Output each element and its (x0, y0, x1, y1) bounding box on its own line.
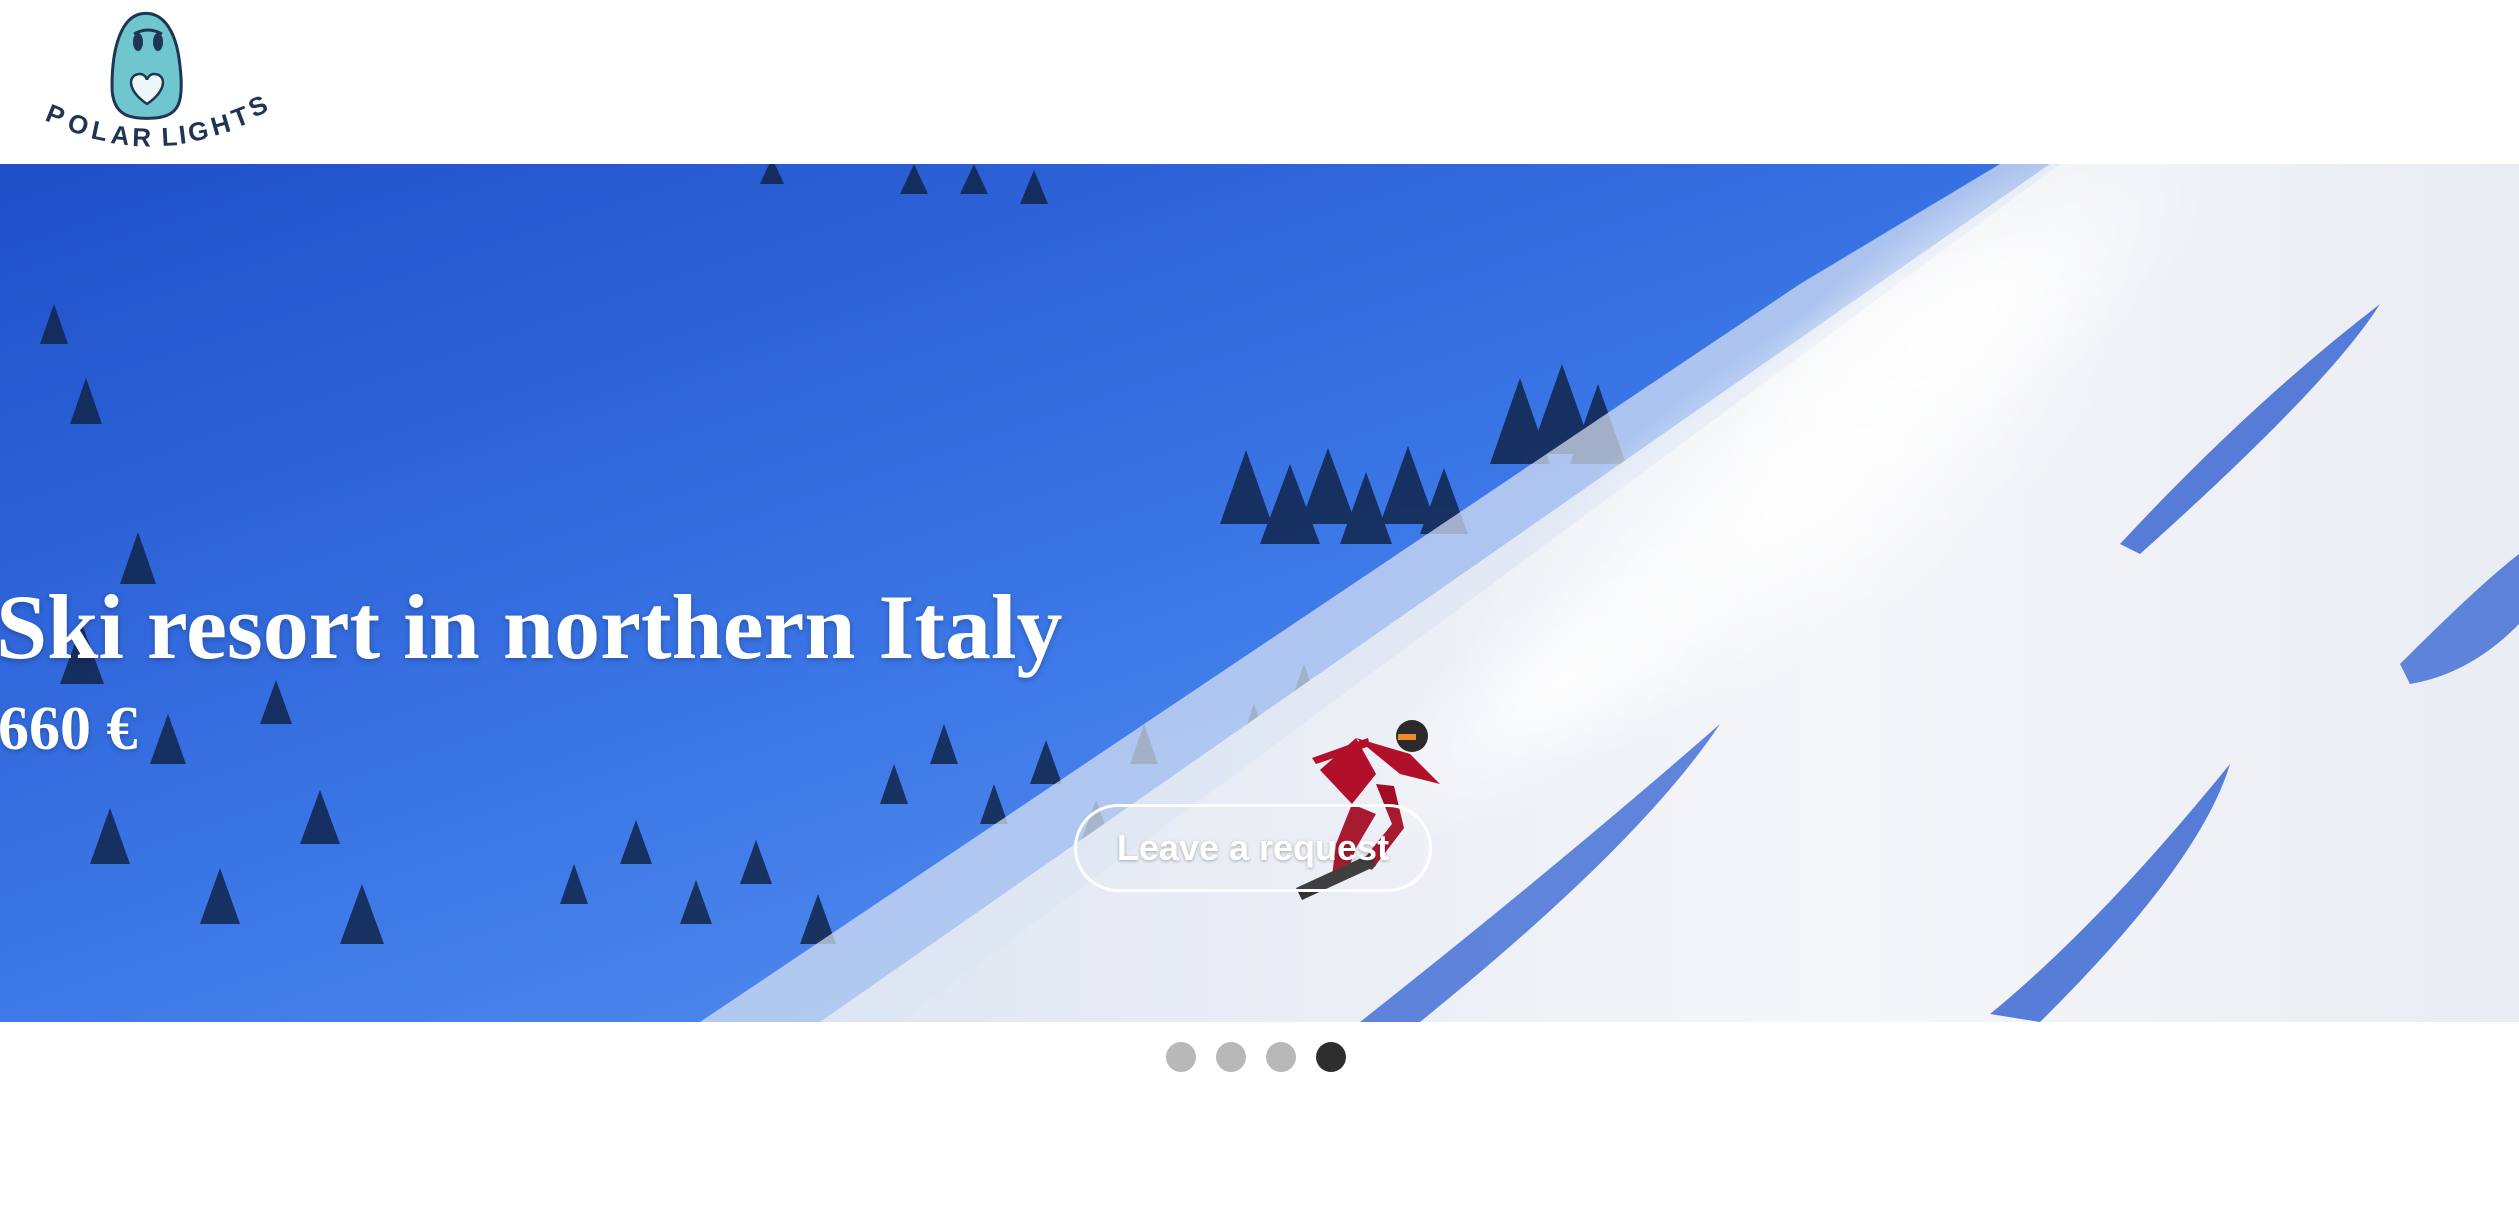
svg-text:R: R (132, 122, 152, 153)
svg-text:A: A (109, 119, 132, 151)
hero-title: Ski resort in northern Italy (0, 576, 1063, 678)
carousel-dot-1[interactable] (1166, 1042, 1196, 1072)
hero-price: 660 € (0, 695, 138, 763)
svg-text:O: O (64, 107, 92, 142)
leave-request-button[interactable]: Leave a request (1074, 804, 1432, 892)
hero-slider: Ski resort in northern Italy 660 € Leave… (0, 164, 2519, 1022)
carousel-dot-4[interactable] (1316, 1042, 1346, 1072)
svg-text:L: L (89, 115, 111, 148)
svg-text:G: G (185, 115, 211, 148)
svg-text:L: L (161, 121, 179, 152)
carousel-dot-3[interactable] (1266, 1042, 1296, 1072)
polar-lights-logo[interactable]: P O L A R L I G H T S (30, 6, 280, 162)
carousel-pagination (1166, 1042, 1346, 1072)
svg-text:P: P (42, 98, 69, 132)
carousel-dot-2[interactable] (1216, 1042, 1246, 1072)
site-header: P O L A R L I G H T S (0, 0, 2519, 164)
